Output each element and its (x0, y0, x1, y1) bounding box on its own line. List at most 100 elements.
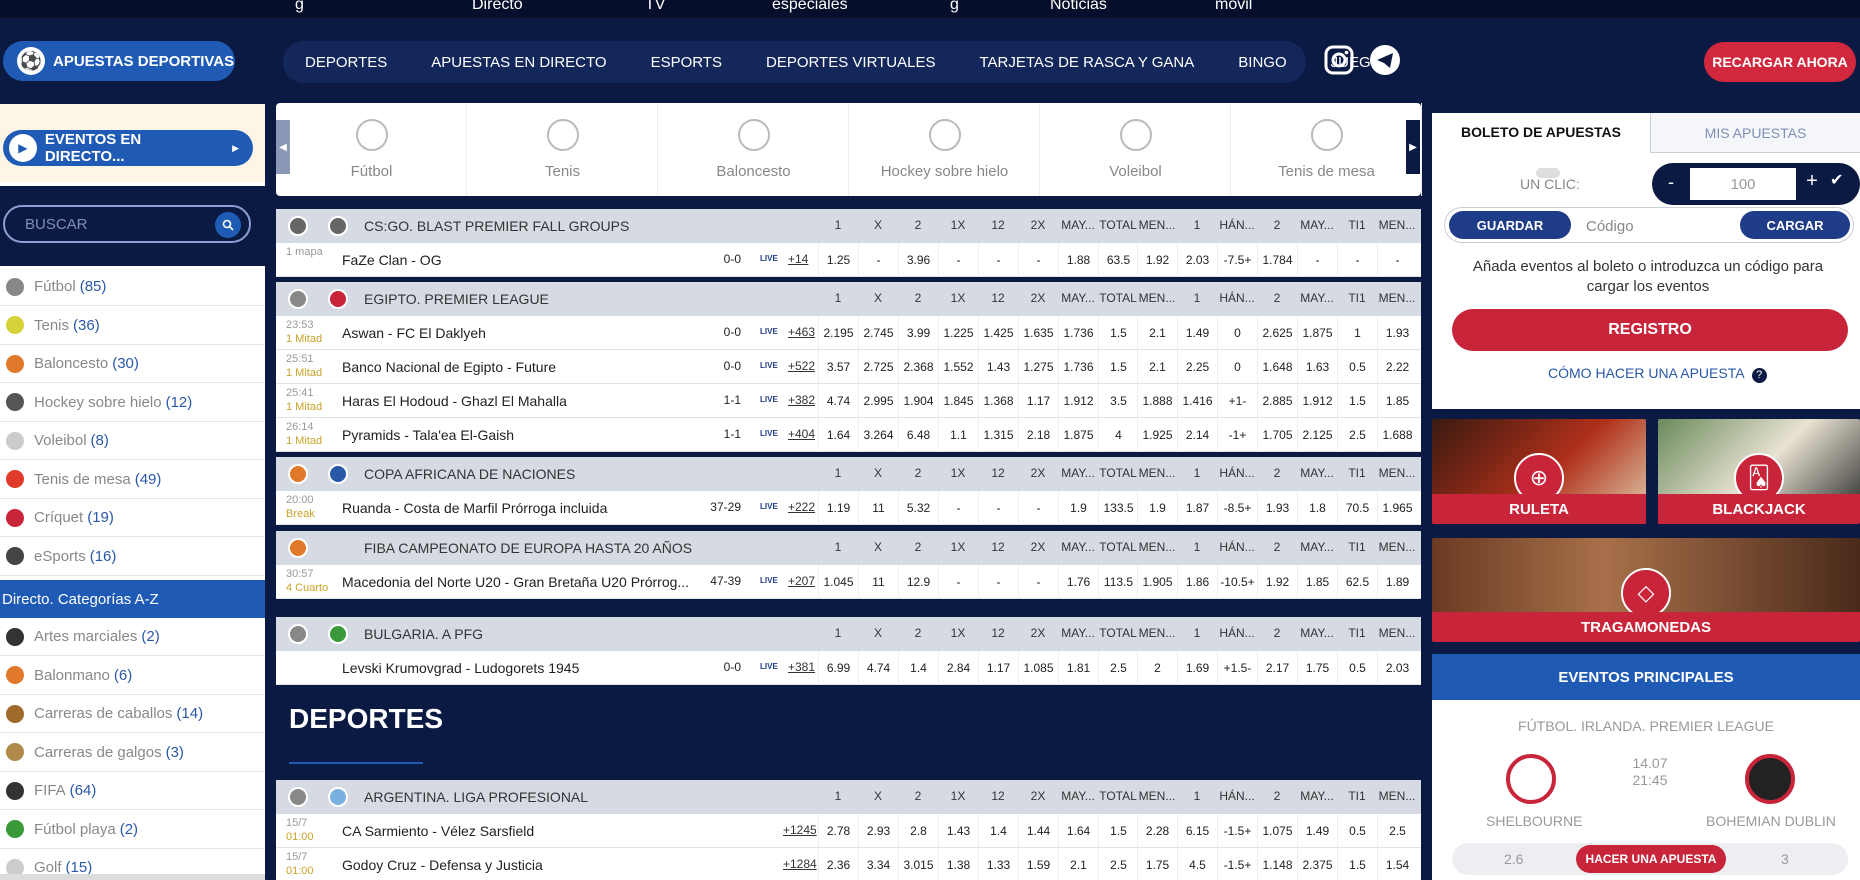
odds-cell[interactable]: 70.5 (1337, 491, 1377, 525)
more-markets-link[interactable]: +14 (788, 252, 808, 266)
sidebar-category-item[interactable]: Balonmano (6) (0, 657, 265, 695)
odds-cell[interactable]: 1.92 (1257, 565, 1297, 599)
match-teams[interactable]: Levski Krumovgrad - Ludogorets 1945 (342, 660, 579, 676)
sidebar-sport-item[interactable]: Voleibol (8) (0, 422, 265, 460)
odds-cell[interactable]: 1.5 (1337, 384, 1377, 418)
odds-cell[interactable]: 1.87 (1177, 491, 1217, 525)
odds-cell[interactable]: 1.4 (978, 814, 1018, 848)
odds-cell[interactable]: 1.9 (1058, 491, 1098, 525)
odds-cell[interactable]: 1.075 (1257, 814, 1297, 848)
odds-cell[interactable]: 1.085 (1018, 651, 1058, 685)
odds-cell[interactable]: 2.25 (1177, 350, 1217, 384)
odds-cell[interactable]: 1.17 (978, 651, 1018, 685)
odds-cell[interactable]: 1.736 (1058, 316, 1098, 350)
odds-cell[interactable]: 1.93 (1257, 491, 1297, 525)
top-strip-item[interactable]: especiales (772, 0, 848, 14)
nav-item-2[interactable]: ESPORTS (629, 54, 744, 71)
odds-cell[interactable]: 2.18 (1018, 418, 1058, 452)
odds-cell[interactable]: 1.19 (818, 491, 858, 525)
odds-cell[interactable]: 2.368 (898, 350, 938, 384)
top-strip-item[interactable]: móvil (1215, 0, 1252, 14)
odds-cell[interactable]: 1.416 (1177, 384, 1217, 418)
nav-item-3[interactable]: DEPORTES VIRTUALES (744, 54, 958, 71)
odds-cell[interactable]: 2.28 (1137, 814, 1177, 848)
odds-cell[interactable]: 4 (1098, 418, 1138, 452)
odds-cell[interactable]: 1.845 (938, 384, 978, 418)
odds-cell[interactable]: - (938, 491, 978, 525)
odds-cell[interactable]: 1.59 (1018, 848, 1058, 880)
odds-cell[interactable]: 2.375 (1297, 848, 1337, 880)
odds-cell[interactable]: - (1018, 491, 1058, 525)
match-teams[interactable]: Aswan - FC El Daklyeh (342, 325, 486, 341)
odds-cell[interactable]: 2.8 (898, 814, 938, 848)
odds-cell[interactable]: 6.99 (818, 651, 858, 685)
more-markets-link[interactable]: +522 (788, 359, 815, 373)
match-row[interactable]: 15/7 01:00 CA Sarmiento - Vélez Sarsfield +… (276, 814, 1421, 848)
odds-cell[interactable]: 2.5 (1337, 418, 1377, 452)
sidebar-sport-item[interactable]: Fútbol (85) (0, 268, 265, 306)
odds-cell[interactable]: 113.5 (1098, 565, 1138, 599)
odds-cell[interactable]: - (858, 243, 898, 277)
odds-cell[interactable]: 2 (1137, 651, 1177, 685)
top-strip-item[interactable]: g (950, 0, 959, 14)
odds-cell[interactable]: 0.5 (1337, 651, 1377, 685)
stake-minus-button[interactable]: - (1658, 172, 1684, 193)
nav-item-0[interactable]: DEPORTES (283, 54, 409, 71)
match-row[interactable]: 20:00 Break Ruanda - Costa de Marfil Prórr… (276, 491, 1421, 525)
sidebar-sport-item[interactable]: Hockey sobre hielo (12) (0, 384, 265, 422)
odds-cell[interactable]: 2.84 (938, 651, 978, 685)
odds-cell[interactable]: 1.85 (1297, 565, 1337, 599)
match-row[interactable]: 15/7 01:00 Godoy Cruz - Defensa y Justicia… (276, 848, 1421, 880)
odds-cell[interactable]: 3.99 (898, 316, 938, 350)
sidebar-sport-item[interactable]: Críquet (19) (0, 499, 265, 537)
odds-cell[interactable]: 12.9 (898, 565, 938, 599)
match-teams[interactable]: Pyramids - Tala'ea El-Gaish (342, 427, 514, 443)
odds-cell[interactable]: 3.264 (858, 418, 898, 452)
sidebar-sport-item[interactable]: Tenis (36) (0, 307, 265, 345)
odds-cell[interactable]: 0.5 (1337, 814, 1377, 848)
odds-cell[interactable]: 1.89 (1377, 565, 1417, 599)
odds-cell[interactable]: 2.1 (1058, 848, 1098, 880)
odds-cell[interactable]: 2.14 (1177, 418, 1217, 452)
match-teams[interactable]: Godoy Cruz - Defensa y Justicia (342, 857, 543, 873)
odds-cell[interactable]: 2.5 (1377, 814, 1417, 848)
odds-cell[interactable]: 1.925 (1137, 418, 1177, 452)
odds-cell[interactable]: 1.888 (1137, 384, 1177, 418)
sport-tab[interactable]: Tenis (468, 103, 658, 196)
odds-cell[interactable]: 1.4 (898, 651, 938, 685)
tab-my-bets[interactable]: MIS APUESTAS (1650, 113, 1860, 153)
odds-cell[interactable]: 1.25 (818, 243, 858, 277)
more-markets-link[interactable]: +207 (788, 574, 815, 588)
odds-cell[interactable]: 1.148 (1257, 848, 1297, 880)
sport-tab[interactable]: Tenis de mesa (1232, 103, 1422, 196)
check-icon[interactable]: ✔ (1830, 170, 1843, 190)
sidebar-sport-item[interactable]: Baloncesto (30) (0, 345, 265, 383)
odds-cell[interactable]: 1.69 (1177, 651, 1217, 685)
odds-cell[interactable]: - (1297, 243, 1337, 277)
odds-cell[interactable]: 1.315 (978, 418, 1018, 452)
odds-cell[interactable]: 1.965 (1377, 491, 1417, 525)
odds-cell[interactable]: 2.93 (858, 814, 898, 848)
match-row[interactable]: 23:53 1 Mitad Aswan - FC El Daklyeh 0-0 LIVE… (276, 316, 1421, 350)
roulette-promo[interactable]: ⊕ RULETA (1432, 419, 1646, 524)
match-row[interactable]: 1 mapa FaZe Clan - OG 0-0 LIVE +14 1.25-3.96-… (276, 243, 1421, 277)
odds-cell[interactable]: 1.552 (938, 350, 978, 384)
odds-cell[interactable]: 1.75 (1297, 651, 1337, 685)
odds-cell[interactable]: - (1377, 243, 1417, 277)
stake-input[interactable]: 100 (1690, 168, 1796, 200)
match-row[interactable]: 25:51 1 Mitad Banco Nacional de Egipto - F… (276, 350, 1421, 384)
top-strip-item[interactable]: Directo (472, 0, 523, 14)
odds-cell[interactable]: 1.63 (1297, 350, 1337, 384)
odds-cell[interactable]: 2.36 (818, 848, 858, 880)
match-teams[interactable]: CA Sarmiento - Vélez Sarsfield (342, 823, 534, 839)
odds-cell[interactable]: 1 (1337, 316, 1377, 350)
sport-tab[interactable]: Voleibol (1041, 103, 1231, 196)
slots-promo[interactable]: ◇ TRAGAMONEDAS (1432, 538, 1860, 642)
odds-cell[interactable]: 1.425 (978, 316, 1018, 350)
odds-cell[interactable]: 5.32 (898, 491, 938, 525)
odds-cell[interactable]: 4.74 (858, 651, 898, 685)
odds-cell[interactable]: 1.54 (1377, 848, 1417, 880)
load-button[interactable]: CARGAR (1740, 211, 1850, 239)
odds-cell[interactable]: 1.875 (1058, 418, 1098, 452)
sport-tab[interactable]: Hockey sobre hielo (850, 103, 1040, 196)
